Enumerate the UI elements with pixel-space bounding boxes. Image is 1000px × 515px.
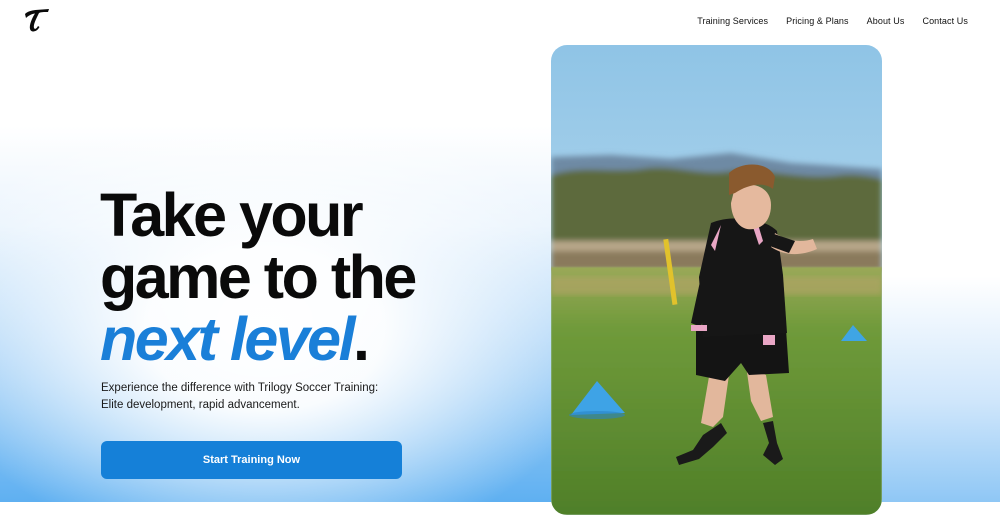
nav-about-us[interactable]: About Us <box>867 16 905 26</box>
hero-title-accent: next level <box>100 305 356 373</box>
hero-photo-soccer-player <box>551 45 882 515</box>
hero-subtitle: Experience the difference with Trilogy S… <box>101 382 379 411</box>
hero-title-line2: game to the <box>100 243 417 311</box>
hero-title: Take your game to the next level. <box>100 181 417 370</box>
hero-title-line3: next level. <box>100 308 415 370</box>
nav-pricing-plans[interactable]: Pricing & Plans <box>786 16 849 26</box>
start-training-button[interactable]: Start Training Now <box>101 441 402 479</box>
nav-training-services[interactable]: Training Services <box>697 16 768 26</box>
soccer-player-image <box>551 45 882 515</box>
top-nav: Training Services Pricing & Plans About … <box>697 16 968 26</box>
hero-title-line1: Take your <box>100 181 364 249</box>
nav-contact-us[interactable]: Contact Us <box>922 16 968 26</box>
trilogy-t-logo-icon <box>25 9 49 32</box>
hero-title-period: . <box>353 305 370 373</box>
brand-logo[interactable] <box>22 6 52 34</box>
